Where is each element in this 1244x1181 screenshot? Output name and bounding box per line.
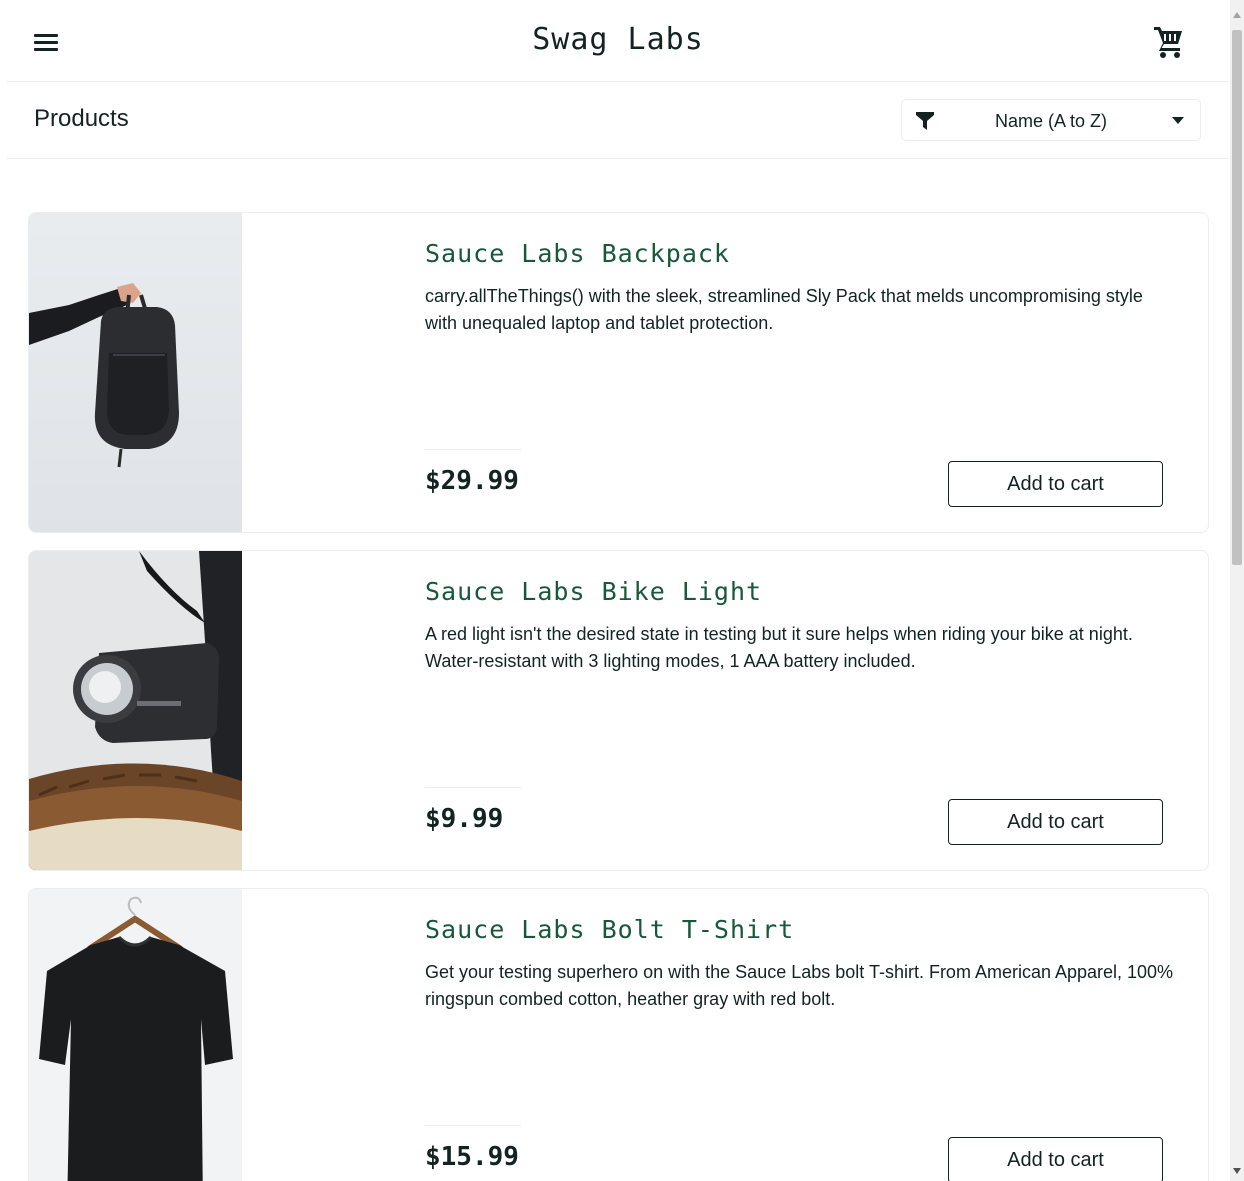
item-name-link[interactable]: Sauce Labs Bolt T-Shirt <box>425 915 794 944</box>
price-divider <box>425 1125 521 1126</box>
add-to-cart-button[interactable]: Add to cart <box>948 1137 1163 1181</box>
app-logo-title: Swag Labs <box>532 22 704 57</box>
item-price: $15.99 <box>425 1142 519 1172</box>
filter-icon <box>916 112 934 130</box>
backpack-image <box>29 213 242 532</box>
item-price: $29.99 <box>425 466 519 496</box>
item-price: $9.99 <box>425 804 504 834</box>
item-image-link[interactable] <box>29 889 242 1181</box>
page: Swag Labs Products Name (A to Z) Sauce L… <box>0 0 1230 1181</box>
page-title: Products <box>34 105 129 132</box>
inventory-item: Sauce Labs Bolt T-Shirt Get your testing… <box>28 888 1209 1181</box>
item-image-link[interactable] <box>29 213 242 532</box>
bike-light-image <box>29 551 242 870</box>
secondary-header: Products Name (A to Z) <box>7 82 1229 159</box>
inventory-list: Sauce Labs Backpack carry.allTheThings()… <box>28 212 1209 1181</box>
inventory-item: Sauce Labs Backpack carry.allTheThings()… <box>28 212 1209 533</box>
primary-header: Swag Labs <box>7 0 1229 82</box>
inventory-item: Sauce Labs Bike Light A red light isn't … <box>28 550 1209 871</box>
add-to-cart-button[interactable]: Add to cart <box>948 799 1163 845</box>
scroll-up-arrow-icon[interactable] <box>1233 12 1241 18</box>
shopping-cart-link[interactable] <box>1152 24 1186 60</box>
item-name-link[interactable]: Sauce Labs Bike Light <box>425 577 762 606</box>
item-description: carry.allTheThings() with the sleek, str… <box>425 286 1143 333</box>
scrollbar-thumb[interactable] <box>1232 30 1242 565</box>
price-divider <box>425 787 521 788</box>
item-description: A red light isn't the desired state in t… <box>425 624 1133 671</box>
item-image-link[interactable] <box>29 551 242 870</box>
sort-dropdown[interactable]: Name (A to Z) <box>901 99 1201 141</box>
vertical-scrollbar[interactable] <box>1230 0 1244 1181</box>
item-description: Get your testing superhero on with the S… <box>425 962 1174 1009</box>
add-to-cart-button[interactable]: Add to cart <box>948 461 1163 507</box>
sort-selected-value: Name (A to Z) <box>994 111 1108 131</box>
price-divider <box>425 449 521 450</box>
shopping-cart-icon <box>1154 27 1182 58</box>
viewport: Swag Labs Products Name (A to Z) Sauce L… <box>0 0 1244 1181</box>
caret-down-icon <box>1172 117 1184 124</box>
t-shirt-image <box>29 889 242 1181</box>
scroll-down-arrow-icon[interactable] <box>1233 1168 1241 1174</box>
item-name-link[interactable]: Sauce Labs Backpack <box>425 239 730 268</box>
